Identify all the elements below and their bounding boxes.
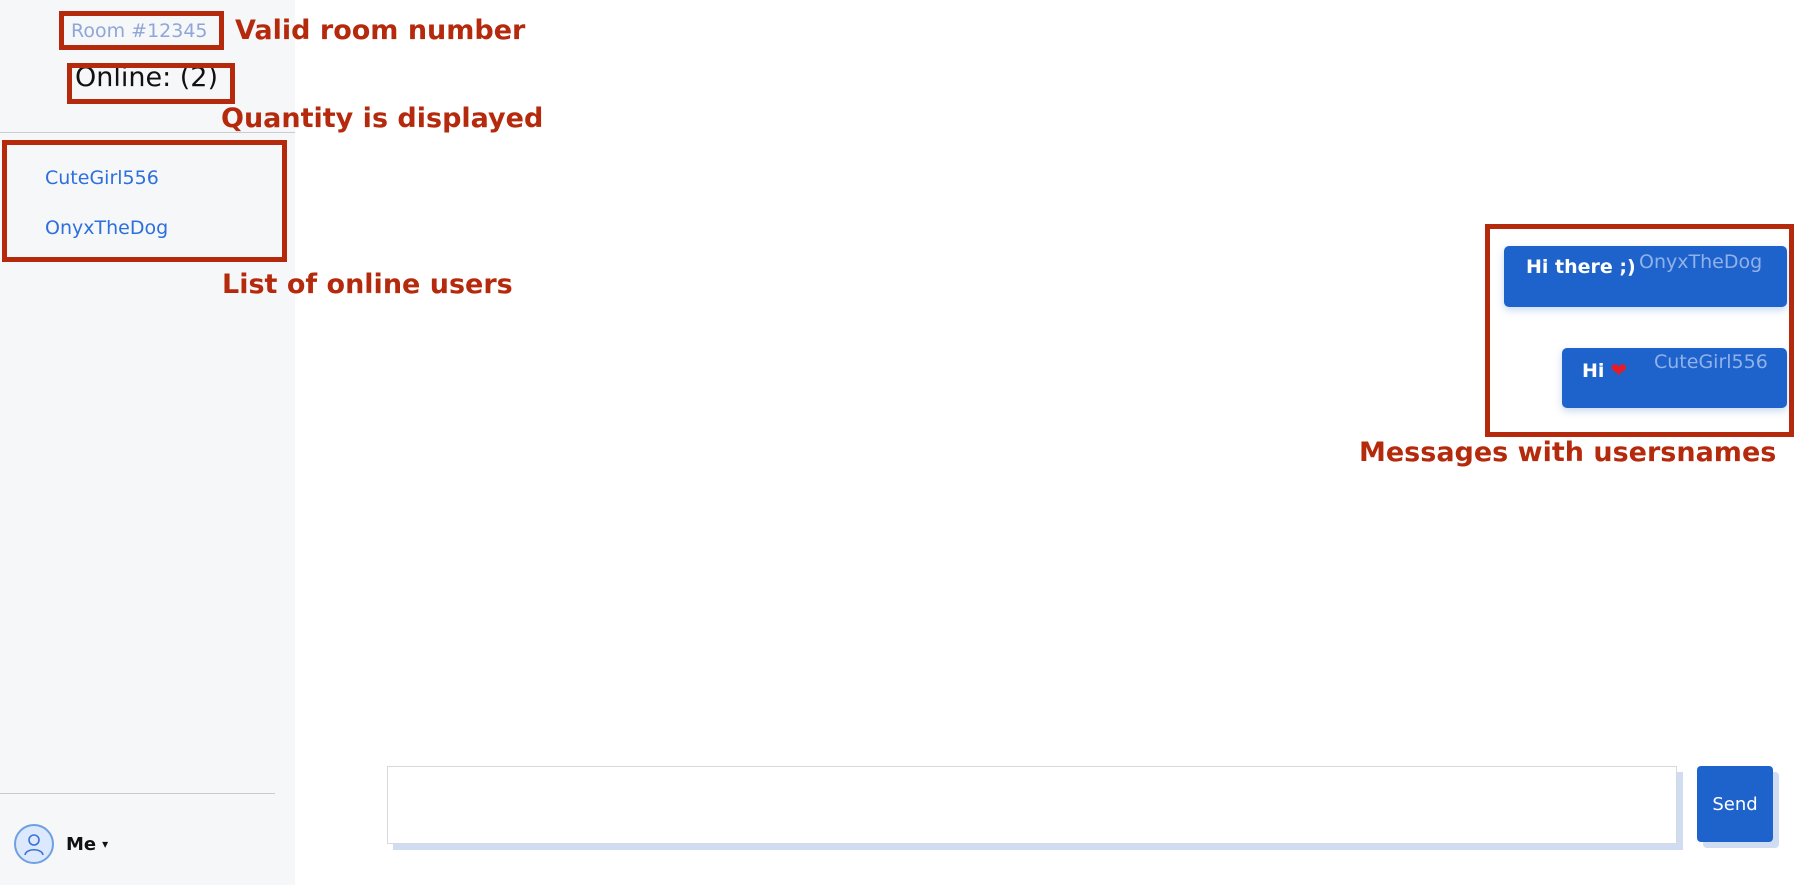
send-button[interactable]: Send [1697,766,1773,842]
message-text: Hi ❤ [1582,358,1627,382]
annotation-messages: Messages with usersnames [1359,437,1777,468]
heart-icon: ❤ [1610,358,1628,382]
user-avatar-icon [14,824,54,864]
chat-message: Hi ❤ CuteGirl556 [1562,348,1787,408]
annotation-box-room [59,11,224,50]
message-text: Hi there ;) [1526,256,1636,278]
chevron-down-icon: ▾ [102,837,109,851]
message-input[interactable] [387,766,1677,844]
annotation-box-online [67,63,235,104]
user-menu-label: Me [66,833,97,855]
annotation-users: List of online users [222,269,513,300]
message-username: CuteGirl556 [1654,351,1768,373]
chat-message: Hi there ;) OnyxTheDog [1504,246,1787,307]
message-text-content: Hi [1582,360,1605,382]
annotation-room: Valid room number [235,15,526,46]
annotation-quantity: Quantity is displayed [221,103,544,134]
sidebar-divider [0,793,275,794]
message-username: OnyxTheDog [1639,251,1763,273]
annotation-box-users [2,140,287,262]
user-menu[interactable]: Me ▾ [14,824,108,864]
